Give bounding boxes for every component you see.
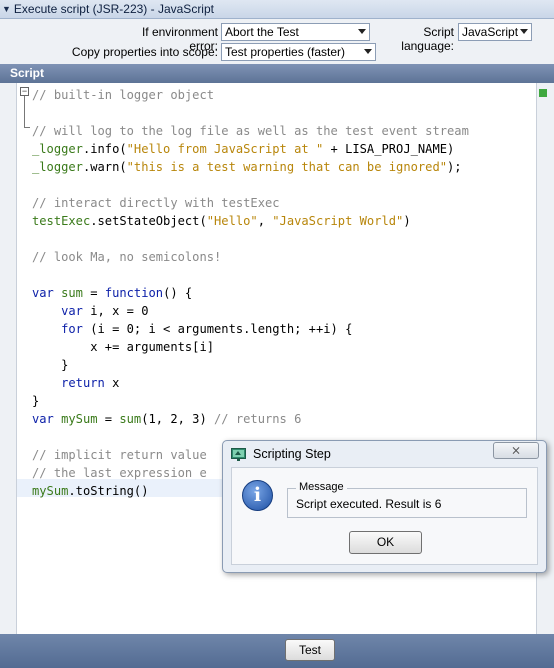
code-token: + LISA_PROJ_NAME) [323,142,455,156]
code-token: // implicit return value [32,448,207,462]
test-button[interactable]: Test [285,639,335,661]
scripting-step-dialog: Scripting Step ⨯ i Message Script execut… [222,440,547,573]
code-token: x [104,376,120,390]
code-line: var mySum = sum(1, 2, 3) // returns 6 [32,410,469,428]
code-token: return [61,376,105,390]
code-token: mySum [61,412,98,426]
script-language-label: Script language: [401,25,454,53]
script-section-header: Script [0,64,554,83]
code-token: // interact directly with testExec [32,196,280,210]
code-token: // look Ma, no semicolons! [32,250,222,264]
code-token: function [104,286,164,300]
info-icon: i [242,480,273,511]
code-token: sum [119,412,142,426]
code-token: _logger [32,160,83,174]
footer-bar: Test [0,634,554,668]
code-line: x += arguments[i] [32,338,469,356]
code-line: // interact directly with testExec [32,194,469,212]
code-line: for (i = 0; i < arguments.length; ++i) { [32,320,469,338]
code-token: (1, 2, 3) [141,412,215,426]
code-token: ); [447,160,462,174]
fold-line-end [24,127,30,128]
scripting-step-icon [231,448,246,461]
code-line: return x [32,374,469,392]
code-token: .setStateObject( [90,214,207,228]
code-token: // built-in logger object [32,88,215,102]
script-language-value: JavaScript [462,25,519,39]
code-line: } [32,392,469,410]
code-line: } [32,356,469,374]
code-token: "this is a test warning that can be igno… [126,160,448,174]
message-group: Message Script executed. Result is 6 [287,481,527,518]
ok-button[interactable]: OK [349,531,422,554]
code-token: _logger [32,142,83,156]
code-token: var [32,412,62,426]
window-title: Execute script (JSR-223) - JavaScript [13,2,214,16]
chevron-down-icon [358,29,366,34]
window-title-bar[interactable]: ▼ Execute script (JSR-223) - JavaScript [0,0,554,19]
code-token: "Hello" [206,214,258,228]
code-token: testExec [32,214,91,228]
collapse-triangle-icon[interactable]: ▼ [2,4,11,14]
message-text: Script executed. Result is 6 [296,497,442,511]
code-line: _logger.warn("this is a test warning tha… [32,158,469,176]
dialog-body: i Message Script executed. Result is 6 O… [231,467,538,565]
code-token: () { [163,286,193,300]
code-token: x += arguments[i] [32,340,215,354]
env-error-value: Abort the Test [225,25,299,39]
message-legend: Message [296,481,347,493]
fold-collapse-icon[interactable]: − [20,87,29,96]
env-error-dropdown[interactable]: Abort the Test [221,23,370,41]
code-line: _logger.info("Hello from JavaScript at "… [32,140,469,158]
copy-props-label: Copy properties into scope: [71,45,218,59]
fold-line [24,96,25,127]
step-properties: If environment error: Abort the Test Scr… [0,19,554,64]
code-token: .toString() [68,484,149,498]
code-token: (i = 0; i < arguments.length; ++i) { [82,322,353,336]
code-token: = [82,286,105,300]
code-line: var i, x = 0 [32,302,469,320]
code-token: "Hello from JavaScript at " [126,142,324,156]
code-token: // returns 6 [214,412,302,426]
script-code[interactable]: // built-in logger object // will log to … [32,86,469,500]
code-token: "JavaScript World" [272,214,404,228]
code-token: = [97,412,120,426]
code-token: sum [61,286,83,300]
close-icon[interactable]: ⨯ [493,442,539,459]
code-token: , [257,214,273,228]
dialog-title: Scripting Step [253,447,331,461]
code-token: for [61,322,83,336]
code-token: // the last expression e [32,466,207,480]
code-token: .warn( [82,160,127,174]
chevron-down-icon [520,29,528,34]
code-line: // built-in logger object [32,86,469,104]
code-token: var [61,304,91,318]
code-token: } [32,358,69,372]
status-marker-icon [539,89,547,97]
code-line: // will log to the log file as well as t… [32,122,469,140]
code-token: var [32,286,62,300]
chevron-down-icon [364,49,372,54]
copy-props-value: Test properties (faster) [225,45,346,59]
code-line: // look Ma, no semicolons! [32,248,469,266]
code-token: .info( [82,142,127,156]
code-line: testExec.setStateObject("Hello", "JavaSc… [32,212,469,230]
code-token: mySum [32,484,69,498]
code-line: var sum = function() { [32,284,469,302]
code-token: ) [403,214,411,228]
script-language-dropdown[interactable]: JavaScript [458,23,532,41]
code-token: i, x = 0 [90,304,149,318]
code-token: } [32,394,40,408]
copy-props-dropdown[interactable]: Test properties (faster) [221,43,376,61]
code-token: // will log to the log file as well as t… [32,124,469,138]
